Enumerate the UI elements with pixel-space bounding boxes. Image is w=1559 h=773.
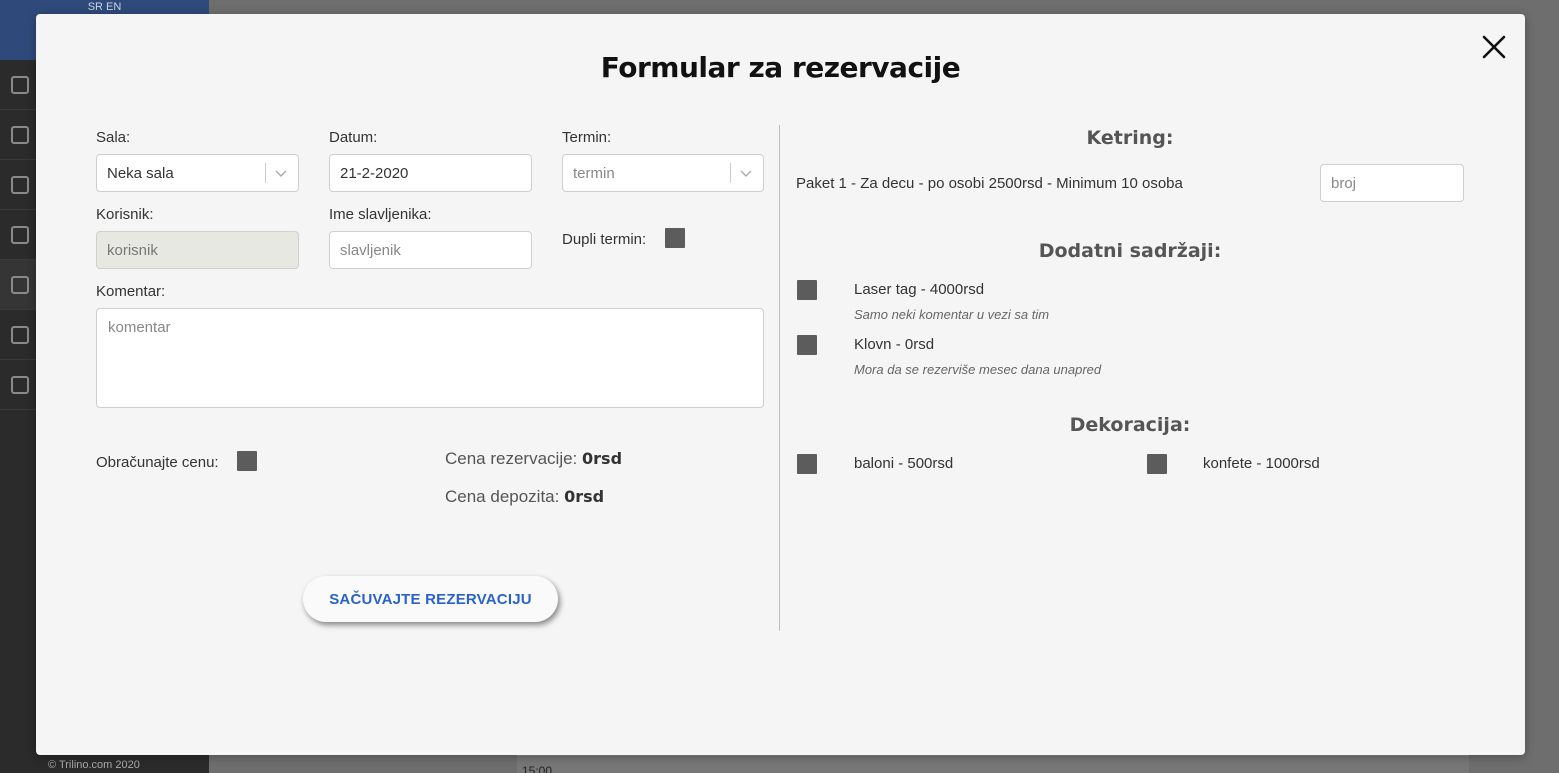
cutlery-icon bbox=[11, 125, 29, 144]
save-reservation-button[interactable]: SAČUVAJTE REZERVACIJU bbox=[303, 576, 558, 622]
cena-depozita: Cena depozita: 0rsd bbox=[445, 487, 604, 507]
sala-value: Neka sala bbox=[107, 164, 174, 182]
dodatni-title: Dodatni sadržaji: bbox=[1038, 240, 1222, 262]
dekoracija-title: Dekoracija: bbox=[1069, 414, 1191, 436]
extra-label: Klovn - 0rsd bbox=[854, 336, 935, 353]
close-button[interactable] bbox=[1479, 32, 1509, 62]
baloni-checkbox[interactable] bbox=[797, 454, 817, 474]
column-divider bbox=[779, 125, 780, 631]
time-label: 15:00 bbox=[522, 764, 553, 773]
decoration-label: konfete - 1000rsd bbox=[1203, 455, 1320, 472]
extras-panel: Ketring: Paket 1 - Za decu - po osobi 25… bbox=[796, 124, 1464, 644]
cake-icon bbox=[11, 225, 29, 244]
calendar-grid bbox=[517, 755, 1469, 773]
datum-field[interactable]: 21-2-2020 bbox=[329, 154, 532, 192]
extra-note: Samo neki komentar u vezi sa tim bbox=[854, 307, 1050, 322]
dupli-termin-label: Dupli termin: bbox=[562, 231, 647, 248]
konfete-checkbox[interactable] bbox=[1147, 454, 1167, 474]
cena-rezervacije-value: 0rsd bbox=[582, 449, 623, 468]
sala-label: Sala: bbox=[96, 129, 131, 146]
obracun-label: Obračunajte cenu: bbox=[96, 454, 219, 471]
cena-depozita-label: Cena depozita: bbox=[445, 487, 560, 506]
package-label: Paket 1 - Za decu - po osobi 2500rsd - M… bbox=[796, 175, 1183, 192]
cena-rezervacije: Cena rezervacije: 0rsd bbox=[445, 449, 622, 469]
termin-label: Termin: bbox=[562, 129, 612, 146]
modal-title: Formular za rezervacije bbox=[600, 51, 961, 84]
cena-rezervacije-label: Cena rezervacije: bbox=[445, 449, 578, 468]
select-separator bbox=[730, 163, 731, 183]
cena-depozita-value: 0rsd bbox=[564, 487, 605, 506]
termin-select[interactable]: termin bbox=[562, 154, 764, 192]
klovn-checkbox[interactable] bbox=[797, 335, 817, 355]
ketring-title: Ketring: bbox=[1086, 127, 1174, 149]
close-icon bbox=[1482, 35, 1506, 59]
key-icon bbox=[11, 375, 29, 394]
korisnik-label: Korisnik: bbox=[96, 206, 154, 223]
datum-label: Datum: bbox=[329, 129, 378, 146]
decoration-label: baloni - 500rsd bbox=[854, 455, 954, 472]
reservation-modal: Formular za rezervacije Sala: Neka sala … bbox=[36, 14, 1525, 755]
package-count-field[interactable]: broj bbox=[1320, 164, 1464, 202]
obracun-checkbox[interactable] bbox=[237, 451, 257, 471]
select-separator bbox=[265, 163, 266, 183]
komentar-textarea[interactable]: komentar bbox=[96, 308, 764, 408]
extra-note: Mora da se rezerviše mesec dana unapred bbox=[854, 362, 1102, 377]
komentar-label: Komentar: bbox=[96, 283, 166, 300]
dupli-termin-checkbox[interactable] bbox=[665, 228, 685, 248]
termin-placeholder: termin bbox=[573, 164, 615, 182]
document-icon bbox=[11, 75, 29, 94]
laser-tag-checkbox[interactable] bbox=[797, 280, 817, 300]
calendar-icon bbox=[11, 275, 29, 294]
wallet-icon bbox=[11, 325, 29, 344]
chevron-down-icon bbox=[739, 166, 753, 180]
reservation-form: Sala: Neka sala Datum: 21-2-2020 Termin:… bbox=[96, 124, 764, 644]
extra-label: Laser tag - 4000rsd bbox=[854, 281, 985, 298]
chevron-down-icon bbox=[274, 166, 288, 180]
copyright: © Trilino.com 2020 bbox=[48, 759, 140, 771]
slavljenik-label: Ime slavljenika: bbox=[329, 206, 432, 223]
slavljenik-field[interactable]: slavljenik bbox=[329, 231, 532, 269]
sala-select[interactable]: Neka sala bbox=[96, 154, 299, 192]
calculator-icon bbox=[11, 175, 29, 194]
korisnik-field: korisnik bbox=[96, 231, 299, 269]
